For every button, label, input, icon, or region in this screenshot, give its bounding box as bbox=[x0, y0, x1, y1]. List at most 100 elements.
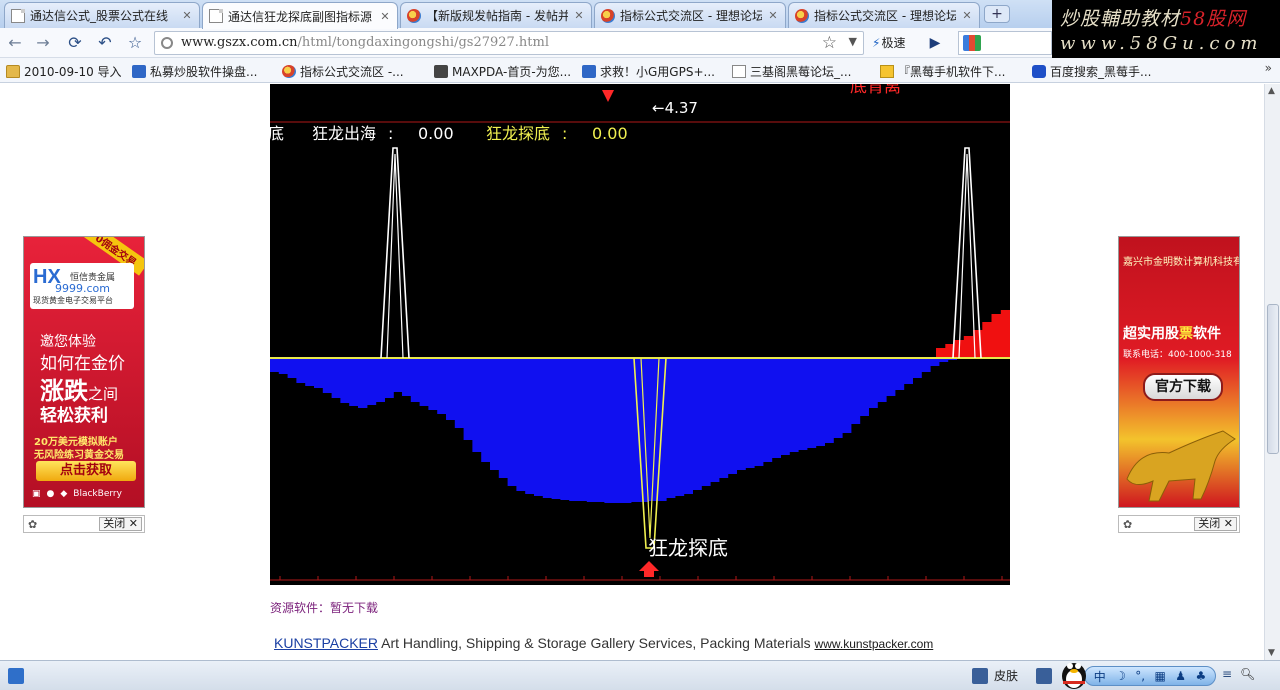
tab-1[interactable]: 通达信公式_股票公式在线 ✕ bbox=[4, 2, 200, 28]
ime-toolbar[interactable]: 中 ☽ °, ▦ ♟ ♣ bbox=[1084, 666, 1216, 686]
tab-close-icon[interactable]: ✕ bbox=[379, 10, 391, 23]
bookmark-item[interactable]: 求救！小G用GPS+... bbox=[582, 62, 715, 80]
blue-bar bbox=[824, 358, 834, 443]
bookmark-item[interactable]: 『黑莓手机软件下... bbox=[880, 62, 1005, 80]
tab-label: 指标公式交流区 - 理想论坛 bbox=[620, 9, 762, 23]
bookmarks-bar: 2010-09-10 导入 私募炒股软件操盘... 指标公式交流区 -... M… bbox=[0, 58, 1280, 83]
tab-close-icon[interactable]: ✕ bbox=[961, 9, 973, 22]
ad-line-1: 邀您体验 bbox=[40, 334, 96, 350]
undo-icon[interactable]: ↶ bbox=[94, 32, 116, 54]
vertical-scrollbar[interactable]: ▲ ▼ bbox=[1264, 84, 1280, 660]
folder-icon bbox=[6, 64, 20, 78]
left-gold-ad[interactable]: 0佣金交易 HX 恒信贵金属 9999.com 现货黄金电子交易平台 邀您体验 … bbox=[23, 236, 145, 508]
right-software-ad[interactable]: 嘉兴市金明数计算机科技有限公司 超实用股票软件 联系电话：400-1000-31… bbox=[1118, 236, 1240, 508]
tab-close-icon[interactable]: ✕ bbox=[767, 9, 779, 22]
close-button[interactable]: 关闭 ✕ bbox=[1194, 517, 1237, 531]
ime-keyboard-icon[interactable]: ▦ bbox=[1155, 669, 1166, 683]
bookmark-label: 求救！小G用GPS+... bbox=[600, 64, 715, 79]
blue-bar bbox=[454, 358, 465, 428]
scroll-down-icon[interactable]: ▼ bbox=[1268, 648, 1275, 658]
blue-bar bbox=[868, 358, 878, 408]
bookmark-item[interactable]: 三基阁黑莓论坛_... bbox=[732, 62, 851, 80]
blue-bar bbox=[340, 358, 350, 403]
bookmarks-overflow-button[interactable]: » bbox=[1265, 61, 1272, 75]
forward-arrow-icon[interactable]: → bbox=[32, 32, 54, 54]
zoom-icon[interactable]: 🔍︎ bbox=[1240, 667, 1255, 681]
scroll-up-icon[interactable]: ▲ bbox=[1268, 86, 1275, 96]
ime-mode[interactable]: 中 bbox=[1094, 668, 1106, 685]
ad-url-link[interactable]: www.kunstpacker.com bbox=[815, 637, 934, 651]
blue-bar bbox=[745, 358, 755, 468]
blue-bar bbox=[903, 358, 913, 384]
blue-bar bbox=[560, 358, 570, 500]
bookmark-item[interactable]: 指标公式交流区 -... bbox=[282, 62, 404, 80]
skin-button[interactable]: 皮肤 bbox=[994, 667, 1018, 684]
tab-4[interactable]: 指标公式交流区 - 理想论坛 ✕ bbox=[594, 2, 786, 28]
ime-moon-icon[interactable]: ☽ bbox=[1115, 669, 1126, 683]
left-cut-label: 底 bbox=[270, 124, 284, 143]
blue-bar bbox=[877, 358, 887, 402]
tab-2-active[interactable]: 通达信狂龙探底副图指标源 ✕ bbox=[202, 2, 398, 29]
blue-bar bbox=[410, 358, 421, 402]
page-icon bbox=[11, 8, 25, 23]
scroll-thumb[interactable] bbox=[1267, 304, 1279, 454]
chevron-down-icon[interactable]: ▼ bbox=[849, 35, 857, 48]
bookmark-item[interactable]: 百度搜索_黑莓手... bbox=[1032, 62, 1151, 80]
white-spike bbox=[380, 147, 410, 359]
address-bar[interactable]: www.gszx.com.cn/html/tongdaxingongshi/gs… bbox=[154, 31, 864, 55]
ad-line-6: 无风险练习黄金交易 bbox=[34, 450, 124, 461]
download-icon[interactable] bbox=[1036, 668, 1052, 684]
bookmark-label: 2010-09-10 导入 bbox=[24, 64, 122, 79]
bookmark-star-icon[interactable]: ☆ bbox=[124, 32, 146, 54]
bookmark-item[interactable]: 私募炒股软件操盘... bbox=[132, 62, 257, 80]
ad-link-kunstpacker[interactable]: KUNSTPACKER bbox=[274, 635, 378, 651]
speed-mode-button[interactable]: 极速 bbox=[868, 33, 909, 53]
new-tab-button[interactable]: + bbox=[984, 5, 1010, 23]
blue-bar bbox=[701, 358, 711, 486]
paw-icon: ✿ bbox=[1123, 518, 1133, 531]
indicator-2-value: 0.00 bbox=[592, 124, 628, 143]
bookmark-item[interactable]: MAXPDA-首页-为您... bbox=[434, 62, 571, 80]
tab-close-icon[interactable]: ✕ bbox=[181, 9, 193, 22]
ad-headline-b: 票 bbox=[1179, 326, 1193, 342]
indicator-1-name: 狂龙出海 bbox=[312, 124, 376, 143]
status-menu-icon[interactable]: ≡ bbox=[1222, 667, 1232, 681]
ime-punct-icon[interactable]: °, bbox=[1135, 669, 1145, 683]
qq-penguin-icon[interactable] bbox=[1058, 654, 1090, 690]
ad-headline: 超实用股票软件 bbox=[1123, 323, 1221, 343]
ime-tools-icon[interactable]: ♣ bbox=[1195, 669, 1206, 683]
back-arrow-icon[interactable]: ← bbox=[4, 32, 26, 54]
page-content: 底背离 ←4.37 底 狂龙出海 : 0.00 狂龙探底 : 0.00 狂龙探底… bbox=[0, 84, 1264, 660]
ad-text: Art Handling, Shipping & Storage Gallery… bbox=[377, 635, 815, 651]
blue-bar bbox=[710, 358, 720, 482]
blue-bar bbox=[287, 358, 297, 378]
red-bar bbox=[1000, 310, 1010, 358]
tab-close-icon[interactable]: ✕ bbox=[573, 9, 585, 22]
search-input[interactable] bbox=[958, 31, 1052, 55]
favorite-star-icon[interactable]: ☆ bbox=[822, 33, 837, 53]
ad-phone: 联系电话：400-1000-318 bbox=[1123, 350, 1232, 360]
blue-bar bbox=[481, 358, 491, 462]
ime-user-icon[interactable]: ♟ bbox=[1175, 669, 1186, 683]
tab-label: 通达信狂龙探底副图指标源 bbox=[228, 9, 373, 24]
close-button[interactable]: 关闭 ✕ bbox=[99, 517, 142, 531]
blue-bar bbox=[472, 358, 482, 452]
reload-icon[interactable]: ⟳ bbox=[64, 32, 86, 54]
bookmark-folder-import[interactable]: 2010-09-10 导入 bbox=[6, 62, 122, 80]
skin-icon[interactable] bbox=[972, 668, 988, 684]
ad-cta-button[interactable]: 点击获取 bbox=[36, 461, 136, 481]
url-text[interactable]: www.gszx.com.cn/html/tongdaxingongshi/gs… bbox=[181, 35, 549, 50]
official-download-button[interactable]: 官方下载 bbox=[1143, 373, 1223, 401]
tab-5[interactable]: 指标公式交流区 - 理想论坛 ✕ bbox=[788, 2, 980, 28]
search-engine-icon[interactable] bbox=[963, 35, 981, 51]
play-icon[interactable]: ▶ bbox=[924, 32, 946, 54]
tab-3[interactable]: 【新版规发帖指南 - 发帖并 ✕ bbox=[400, 2, 592, 28]
nav-toolbar: ← → ⟳ ↶ ☆ www.gszx.com.cn/html/tongdaxin… bbox=[0, 28, 1052, 58]
status-app-icon[interactable] bbox=[8, 668, 24, 684]
bookmark-label: 『黑莓手机软件下... bbox=[898, 64, 1006, 79]
blue-bar bbox=[551, 358, 561, 499]
blue-bar bbox=[754, 358, 764, 466]
axis-ticks bbox=[279, 576, 1003, 580]
url-host: www.gszx.com.cn bbox=[181, 35, 298, 50]
blue-bar bbox=[375, 358, 385, 402]
